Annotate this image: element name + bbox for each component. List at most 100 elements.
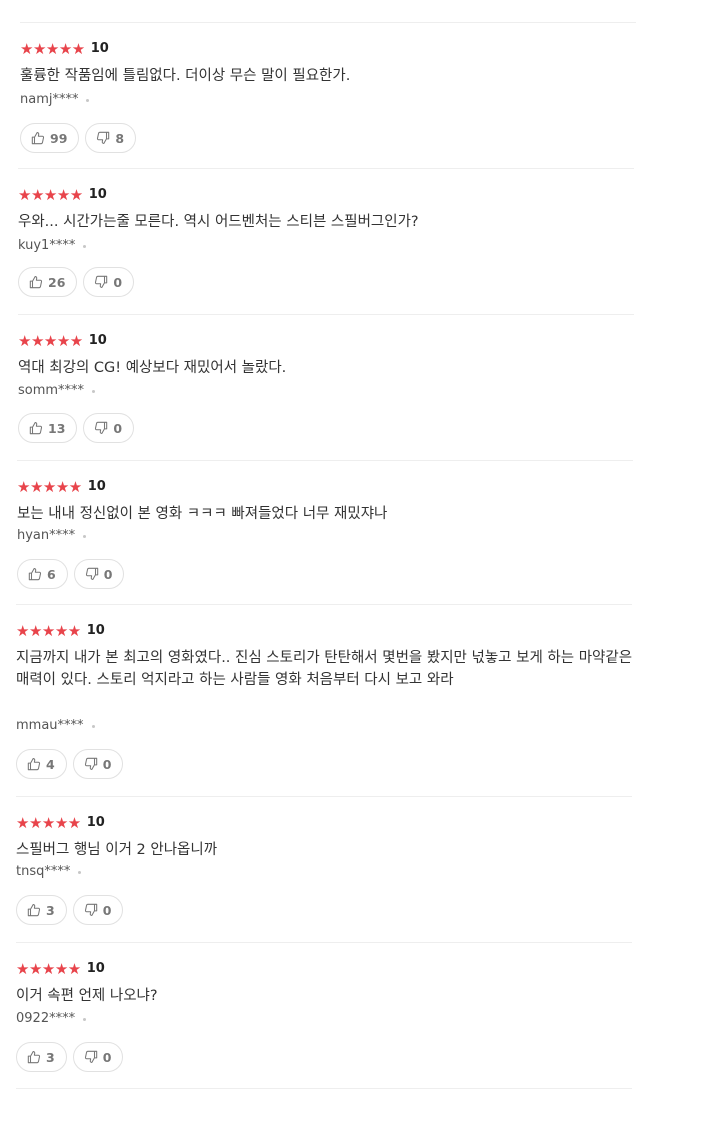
dislike-button[interactable]: 0 xyxy=(72,895,124,925)
review-text: 스필버그 행님 이거 2 안나옵니까 xyxy=(16,842,218,858)
dislike-button[interactable]: 0 xyxy=(72,749,124,779)
rating-score: 10 xyxy=(86,623,105,638)
thumbs-up-icon xyxy=(27,904,41,917)
meta-separator-dot xyxy=(91,724,95,728)
rating-score: 10 xyxy=(86,961,105,976)
like-count: 99 xyxy=(50,130,68,146)
like-button[interactable]: 6 xyxy=(17,559,68,589)
like-button[interactable]: 4 xyxy=(16,749,67,779)
rating: ★★★★★ 10 xyxy=(20,41,109,57)
thumbs-down-icon xyxy=(85,567,98,580)
meta-separator-dot xyxy=(86,98,90,102)
rating: ★★★★★ 10 xyxy=(16,961,105,977)
review-text: 훌륭한 작품임에 틀림없다. 더이상 무슨 말이 필요한가. xyxy=(20,68,351,84)
thumbs-down-icon xyxy=(97,131,110,144)
like-count: 4 xyxy=(46,756,55,772)
rating: ★★★★★ 10 xyxy=(16,623,105,639)
dislike-count: 0 xyxy=(103,566,113,582)
thumbs-up-icon xyxy=(29,422,43,435)
star-rating-icon: ★★★★★ xyxy=(20,40,85,58)
dislike-count: 0 xyxy=(102,1049,112,1065)
like-count: 3 xyxy=(46,902,55,918)
like-count: 13 xyxy=(48,420,66,436)
dislike-count: 0 xyxy=(102,756,112,772)
rating: ★★★★★ 10 xyxy=(17,479,106,495)
dislike-button[interactable]: 8 xyxy=(85,123,137,153)
review-text: 지금까지 내가 본 최고의 영화였다.. 진심 스토리가 탄탄해서 몇번을 봤지… xyxy=(16,650,633,688)
review-item: ★★★★★ 10 역대 최강의 CG! 예상보다 재밌어서 놀랐다. somm*… xyxy=(18,314,634,461)
like-button[interactable]: 99 xyxy=(20,123,80,153)
review-item: ★★★★★ 10 지금까지 내가 본 최고의 영화였다.. 진심 스토리가 탄탄… xyxy=(16,604,632,795)
rating: ★★★★★ 10 xyxy=(18,187,107,203)
star-rating-icon: ★★★★★ xyxy=(16,622,81,640)
review-meta: 0922**** xyxy=(16,1010,87,1028)
dislike-button[interactable]: 0 xyxy=(83,413,135,443)
dislike-button[interactable]: 0 xyxy=(83,267,135,297)
thumbs-down-icon xyxy=(95,275,108,288)
review-item: ★★★★★ 10 스필버그 행님 이거 2 안나옵니까 tnsq**** 3 0 xyxy=(16,796,632,943)
thumbs-down-icon xyxy=(84,757,97,770)
dislike-button[interactable]: 0 xyxy=(72,1042,124,1072)
thumbs-down-icon xyxy=(95,421,108,434)
thumbs-down-icon xyxy=(84,1050,97,1063)
review-meta: somm**** xyxy=(18,382,96,400)
thumbs-up-icon xyxy=(29,276,43,289)
author-name: mmau**** xyxy=(16,718,84,733)
thumbs-down-icon xyxy=(84,903,97,916)
vote-buttons: 3 0 xyxy=(16,1042,129,1072)
meta-separator-dot xyxy=(83,244,87,248)
meta-separator-dot xyxy=(83,1017,87,1021)
author-name: kuy1**** xyxy=(18,238,76,253)
like-count: 6 xyxy=(47,566,56,582)
review-meta: hyan**** xyxy=(17,527,87,545)
rating-score: 10 xyxy=(88,333,107,348)
author-name: tnsq**** xyxy=(16,864,71,879)
vote-buttons: 6 0 xyxy=(17,559,130,589)
review-text: 이거 속편 언제 나오냐? xyxy=(16,988,158,1004)
review-item: ★★★★★ 10 우와... 시간가는줄 모른다. 역시 어드벤처는 스티븐 스… xyxy=(18,168,634,315)
author-name: somm**** xyxy=(18,383,85,398)
meta-separator-dot xyxy=(92,389,96,393)
thumbs-up-icon xyxy=(31,132,45,145)
like-button[interactable]: 13 xyxy=(18,413,78,443)
rating: ★★★★★ 10 xyxy=(18,333,107,349)
divider xyxy=(16,1088,632,1089)
rating: ★★★★★ 10 xyxy=(16,815,105,831)
like-button[interactable]: 3 xyxy=(16,895,67,925)
review-meta: mmau**** xyxy=(16,717,95,735)
review-text: 우와... 시간가는줄 모른다. 역시 어드벤처는 스티븐 스필버그인가? xyxy=(18,214,419,230)
meta-separator-dot xyxy=(78,870,82,874)
dislike-count: 0 xyxy=(102,902,112,918)
author-name: 0922**** xyxy=(16,1011,76,1026)
vote-buttons: 4 0 xyxy=(16,749,129,779)
rating-score: 10 xyxy=(87,479,106,494)
star-rating-icon: ★★★★★ xyxy=(18,186,83,204)
rating-score: 10 xyxy=(88,187,107,202)
thumbs-up-icon xyxy=(27,758,41,771)
like-count: 3 xyxy=(46,1049,55,1065)
star-rating-icon: ★★★★★ xyxy=(17,478,82,496)
thumbs-up-icon xyxy=(28,568,42,581)
review-meta: kuy1**** xyxy=(18,237,87,255)
review-item: ★★★★★ 10 훌륭한 작품임에 틀림없다. 더이상 무슨 말이 필요한가. … xyxy=(20,22,636,169)
review-item: ★★★★★ 10 이거 속편 언제 나오냐? 0922**** 3 0 xyxy=(16,942,632,1089)
review-item: ★★★★★ 10 보는 내내 정신없이 본 영화 ㅋㅋㅋ 빠져들었다 너무 재밌… xyxy=(17,460,633,607)
author-name: hyan**** xyxy=(17,528,76,543)
dislike-count: 8 xyxy=(115,130,125,146)
like-button[interactable]: 26 xyxy=(18,267,78,297)
dislike-count: 0 xyxy=(113,274,123,290)
star-rating-icon: ★★★★★ xyxy=(18,332,83,350)
rating-score: 10 xyxy=(86,815,105,830)
author-name: namj**** xyxy=(20,92,79,107)
review-text: 역대 최강의 CG! 예상보다 재밌어서 놀랐다. xyxy=(18,360,287,376)
review-text: 보는 내내 정신없이 본 영화 ㅋㅋㅋ 빠져들었다 너무 재밌쟈나 xyxy=(17,506,388,522)
rating-score: 10 xyxy=(90,41,109,56)
dislike-button[interactable]: 0 xyxy=(73,559,125,589)
like-button[interactable]: 3 xyxy=(16,1042,67,1072)
review-meta: tnsq**** xyxy=(16,863,82,881)
dislike-count: 0 xyxy=(113,420,123,436)
vote-buttons: 99 8 xyxy=(20,123,142,153)
thumbs-up-icon xyxy=(27,1051,41,1064)
star-rating-icon: ★★★★★ xyxy=(16,960,81,978)
star-rating-icon: ★★★★★ xyxy=(16,814,81,832)
